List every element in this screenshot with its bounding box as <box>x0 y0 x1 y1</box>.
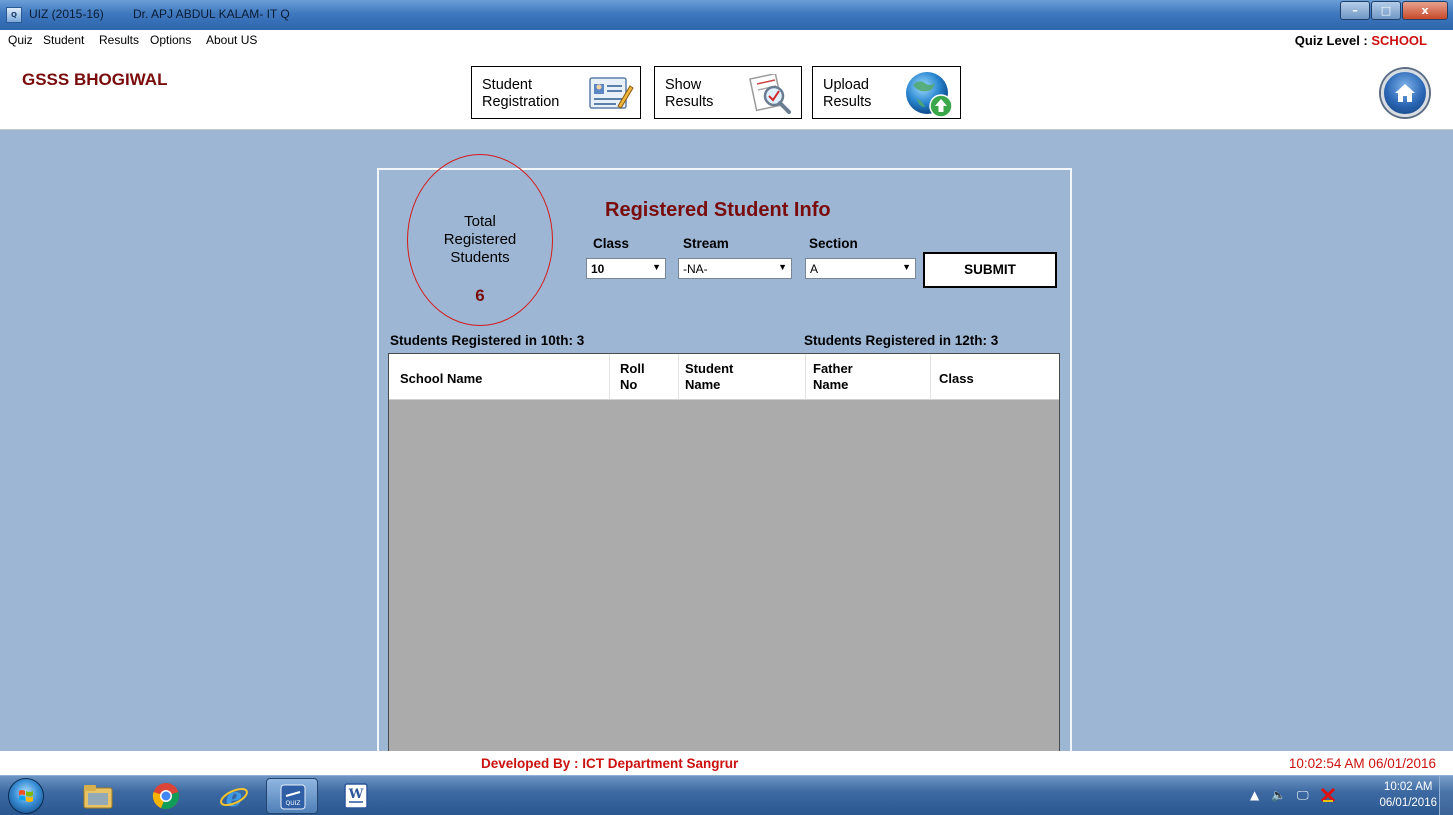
column-divider <box>678 354 679 399</box>
taskbar-word[interactable]: W <box>330 778 382 814</box>
system-tray: ▲ 🔈 🖵 10:02 AM 06/01/2016 <box>1233 776 1453 815</box>
total-registered-count: 6 <box>475 286 485 305</box>
upload-results-label: Upload Results <box>823 77 872 110</box>
quiz-app-label: QUIZ <box>286 800 301 807</box>
stream-label: Stream <box>683 236 729 251</box>
network-icon[interactable]: 🖵 <box>1297 788 1309 803</box>
class-select-value: 10 <box>591 262 605 276</box>
word-app-label: W <box>348 787 364 802</box>
col-student-name[interactable]: Student Name <box>685 361 733 393</box>
window-title-app: UIZ (2015-16) <box>29 7 104 21</box>
tray-expand-icon[interactable]: ▲ <box>1250 788 1259 802</box>
stream-select-value: -NA- <box>683 262 708 276</box>
quiz-app-icon: Q <box>6 7 22 23</box>
count-12th: Students Registered in 12th: 3 <box>804 333 999 348</box>
quiz-level-indicator: Quiz Level : SCHOOL <box>1295 33 1427 48</box>
volume-icon[interactable]: 🔈 <box>1271 788 1286 802</box>
show-desktop-button[interactable] <box>1439 776 1453 815</box>
window-titlebar: Q UIZ (2015-16) Dr. APJ ABDUL KALAM- IT … <box>0 0 1453 30</box>
column-divider <box>609 354 610 399</box>
taskbar-chrome[interactable] <box>140 778 192 814</box>
developed-by-text: Developed By : ICT Department Sangrur <box>481 756 739 771</box>
taskbar-internet-explorer[interactable]: e <box>208 778 260 814</box>
status-footer: Developed By : ICT Department Sangrur 10… <box>0 751 1453 775</box>
col-roll-no[interactable]: Roll No <box>620 361 645 393</box>
col-father-name[interactable]: Father Name <box>813 361 853 393</box>
chevron-down-icon: ▼ <box>778 262 787 272</box>
panel-title: Registered Student Info <box>605 199 831 221</box>
home-button[interactable] <box>1381 69 1429 117</box>
section-select-value: A <box>810 262 819 276</box>
app-clock: 10:02:54 AM 06/01/2016 <box>1288 756 1436 771</box>
count-10th: Students Registered in 10th: 3 <box>390 333 585 348</box>
stream-select[interactable]: -NA- ▼ <box>678 258 792 279</box>
menu-results[interactable]: Results <box>99 33 139 47</box>
menu-bar: Quiz Student Results Options About US Qu… <box>0 30 1453 51</box>
col-class[interactable]: Class <box>939 371 974 387</box>
chevron-down-icon: ▼ <box>902 262 911 272</box>
class-select[interactable]: 10 ▼ <box>586 258 666 279</box>
menu-quiz[interactable]: Quiz <box>8 33 33 47</box>
section-label: Section <box>809 236 858 251</box>
chrome-icon <box>152 783 179 809</box>
close-button[interactable]: x <box>1402 1 1448 20</box>
quiz-app-icon: QUIZ <box>280 784 306 810</box>
home-icon <box>1395 84 1415 102</box>
chevron-down-icon: ▼ <box>652 262 661 272</box>
registration-form-icon <box>589 77 634 109</box>
section-select[interactable]: A ▼ <box>805 258 916 279</box>
grid-header: School Name Roll No Student Name Father … <box>389 354 1059 400</box>
show-results-label: Show Results <box>665 77 714 110</box>
action-center-alert-icon[interactable] <box>1319 786 1337 804</box>
word-icon: W <box>344 783 368 809</box>
submit-button[interactable]: SUBMIT <box>923 252 1057 288</box>
student-registration-label: Student Registration <box>482 77 560 110</box>
quiz-level-value: SCHOOL <box>1371 33 1427 48</box>
window-title-caption: Dr. APJ ABDUL KALAM- IT Q <box>133 7 290 21</box>
folder-icon <box>83 785 113 809</box>
taskbar-explorer[interactable] <box>72 778 124 814</box>
tray-clock[interactable]: 10:02 AM 06/01/2016 <box>1379 779 1437 811</box>
tray-date: 06/01/2016 <box>1379 797 1437 809</box>
menu-student[interactable]: Student <box>43 33 84 47</box>
col-school-name[interactable]: School Name <box>400 371 482 387</box>
internet-explorer-icon: e <box>220 783 248 810</box>
quiz-level-label: Quiz Level : <box>1294 33 1368 48</box>
start-button[interactable] <box>8 778 44 814</box>
taskbar-quiz-app[interactable]: QUIZ <box>266 778 318 814</box>
app-header: GSSS BHOGIWAL Student Registration Show … <box>0 51 1453 130</box>
tray-time: 10:02 AM <box>1383 781 1433 793</box>
globe-upload-icon <box>906 72 953 118</box>
school-name: GSSS BHOGIWAL <box>22 70 168 89</box>
students-grid[interactable]: School Name Roll No Student Name Father … <box>388 353 1060 751</box>
total-registered-label: Total Registered Students <box>443 213 517 266</box>
column-divider <box>805 354 806 399</box>
column-divider <box>930 354 931 399</box>
student-registration-button[interactable]: Student Registration <box>471 66 641 119</box>
menu-options[interactable]: Options <box>150 33 191 47</box>
results-magnifier-icon <box>749 74 791 114</box>
maximize-button[interactable]: □ <box>1371 1 1401 20</box>
minimize-button[interactable]: – <box>1340 1 1370 20</box>
upload-results-button[interactable]: Upload Results <box>812 66 961 119</box>
menu-about-us[interactable]: About US <box>206 33 257 47</box>
svg-text:e: e <box>226 783 243 810</box>
class-label: Class <box>593 236 630 251</box>
show-results-button[interactable]: Show Results <box>654 66 802 119</box>
windows-taskbar: e QUIZ W ▲ 🔈 🖵 10:02 AM 06/01/2016 <box>0 775 1453 815</box>
windows-logo-icon <box>19 790 33 802</box>
